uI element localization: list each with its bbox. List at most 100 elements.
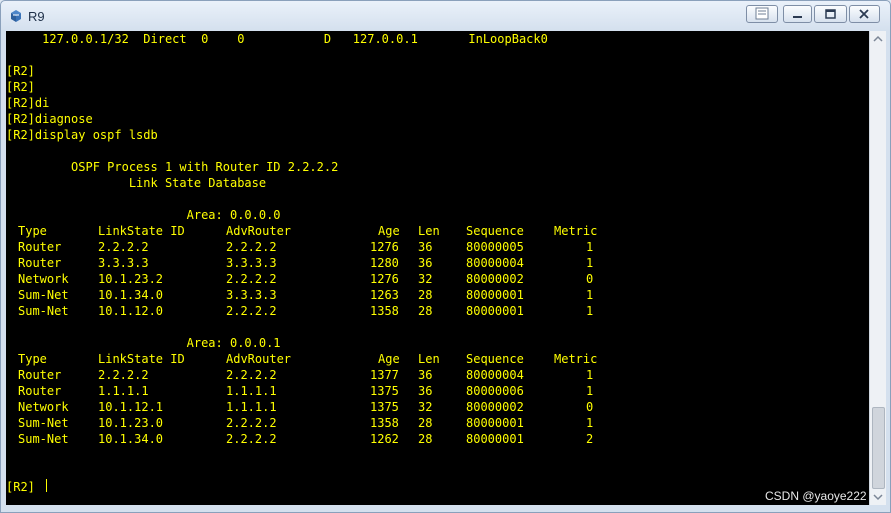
window-extra-button[interactable] bbox=[746, 5, 778, 23]
cell-age: 1375 bbox=[370, 384, 399, 398]
cell-len: 36 bbox=[418, 256, 433, 270]
cell-metric: 1 bbox=[586, 384, 594, 398]
header-advrouter: AdvRouter bbox=[226, 224, 292, 238]
header-advrouter: AdvRouter bbox=[226, 352, 292, 366]
header-sequence: Sequence bbox=[466, 224, 524, 238]
table-row: Sum-Net 10.1.34.0 3.3.3.3 1263 28 800000… bbox=[6, 287, 593, 303]
console-line: [R2] bbox=[6, 80, 35, 94]
cell-linkstate-id: 10.1.23.2 bbox=[98, 272, 164, 286]
cell-metric: 1 bbox=[586, 256, 594, 270]
cell-type: Router bbox=[18, 256, 62, 270]
command-prompt[interactable]: [R2] bbox=[6, 479, 35, 495]
cell-metric: 1 bbox=[586, 304, 594, 318]
cell-type: Sum-Net bbox=[18, 288, 69, 302]
cell-linkstate-id: 2.2.2.2 bbox=[98, 240, 149, 254]
cell-linkstate-id: 10.1.34.0 bbox=[98, 288, 164, 302]
cell-len: 28 bbox=[418, 416, 433, 430]
cell-len: 36 bbox=[418, 368, 433, 382]
cell-linkstate-id: 10.1.23.0 bbox=[98, 416, 164, 430]
cell-metric: 1 bbox=[586, 288, 594, 302]
cell-age: 1375 bbox=[370, 400, 399, 414]
scroll-down-arrow-icon[interactable] bbox=[870, 489, 886, 505]
cell-len: 36 bbox=[418, 384, 433, 398]
header-linkstate-id: LinkState ID bbox=[98, 352, 185, 366]
console-line: [R2]display ospf lsdb bbox=[6, 128, 158, 142]
header-type: Type bbox=[18, 224, 47, 238]
table-header-area1: Type LinkState ID AdvRouter Age Len Sequ… bbox=[6, 351, 597, 367]
header-linkstate-id: LinkState ID bbox=[98, 224, 185, 238]
window-title: R9 bbox=[28, 9, 45, 24]
header-sequence: Sequence bbox=[466, 352, 524, 366]
cell-type: Network bbox=[18, 400, 69, 414]
cell-metric: 0 bbox=[586, 272, 594, 286]
title-bar[interactable]: R9 bbox=[1, 1, 890, 31]
cell-len: 28 bbox=[418, 304, 433, 318]
cell-sequence: 80000006 bbox=[466, 384, 524, 398]
header-type: Type bbox=[18, 352, 47, 366]
cell-age: 1263 bbox=[370, 288, 399, 302]
cell-sequence: 80000001 bbox=[466, 288, 524, 302]
ospf-process-heading: OSPF Process 1 with Router ID 2.2.2.2 bbox=[6, 160, 339, 174]
router-app-icon bbox=[11, 10, 21, 22]
cell-type: Router bbox=[18, 240, 62, 254]
cell-type: Sum-Net bbox=[18, 432, 69, 446]
cell-age: 1276 bbox=[370, 240, 399, 254]
cell-metric: 1 bbox=[586, 240, 594, 254]
cell-sequence: 80000004 bbox=[466, 256, 524, 270]
cell-len: 32 bbox=[418, 400, 433, 414]
console-line: [R2] bbox=[6, 64, 35, 78]
scroll-up-arrow-icon[interactable] bbox=[870, 31, 886, 47]
cell-type: Router bbox=[18, 384, 62, 398]
cell-type: Sum-Net bbox=[18, 304, 69, 318]
terminal-window: R9 127.0.0.1/32 Direct 0 0 D 127.0.0.1 I… bbox=[0, 0, 891, 513]
area0-label: Area: 0.0.0.0 bbox=[6, 208, 281, 222]
table-row: Sum-Net 10.1.12.0 2.2.2.2 1358 28 800000… bbox=[6, 303, 593, 319]
cell-advrouter: 2.2.2.2 bbox=[226, 304, 277, 318]
close-button[interactable] bbox=[849, 5, 880, 23]
maximize-icon bbox=[825, 9, 836, 19]
scrollbar-thumb[interactable] bbox=[872, 407, 885, 489]
cell-linkstate-id: 3.3.3.3 bbox=[98, 256, 149, 270]
cell-age: 1262 bbox=[370, 432, 399, 446]
minimize-button[interactable] bbox=[783, 5, 812, 23]
cell-age: 1280 bbox=[370, 256, 399, 270]
header-age: Age bbox=[378, 224, 400, 238]
cell-advrouter: 3.3.3.3 bbox=[226, 256, 277, 270]
header-len: Len bbox=[418, 224, 440, 238]
cell-advrouter: 2.2.2.2 bbox=[226, 240, 277, 254]
table-row: Router 2.2.2.2 2.2.2.2 1377 36 80000004 … bbox=[6, 367, 593, 383]
header-metric: Metric bbox=[554, 224, 598, 238]
cell-metric: 1 bbox=[586, 416, 594, 430]
cell-age: 1276 bbox=[370, 272, 399, 286]
cell-linkstate-id: 2.2.2.2 bbox=[98, 368, 149, 382]
cell-linkstate-id: 10.1.12.1 bbox=[98, 400, 164, 414]
cell-len: 32 bbox=[418, 272, 433, 286]
cell-len: 36 bbox=[418, 240, 433, 254]
cell-metric: 2 bbox=[586, 432, 594, 446]
cell-sequence: 80000005 bbox=[466, 240, 524, 254]
table-header-area0: Type LinkState ID AdvRouter Age Len Sequ… bbox=[6, 223, 597, 239]
console-line: 127.0.0.1/32 Direct 0 0 D 127.0.0.1 InLo… bbox=[6, 32, 548, 46]
table-row: Sum-Net 10.1.23.0 2.2.2.2 1358 28 800000… bbox=[6, 415, 593, 431]
cell-metric: 1 bbox=[586, 368, 594, 382]
cell-type: Sum-Net bbox=[18, 416, 69, 430]
cell-advrouter: 2.2.2.2 bbox=[226, 272, 277, 286]
maximize-button[interactable] bbox=[814, 5, 847, 23]
cell-advrouter: 3.3.3.3 bbox=[226, 288, 277, 302]
close-icon bbox=[859, 9, 869, 19]
cell-sequence: 80000002 bbox=[466, 272, 524, 286]
cell-linkstate-id: 10.1.34.0 bbox=[98, 432, 164, 446]
table-row: Router 1.1.1.1 1.1.1.1 1375 36 80000006 … bbox=[6, 383, 593, 399]
cell-len: 28 bbox=[418, 432, 433, 446]
vertical-scrollbar[interactable] bbox=[869, 31, 886, 505]
cell-metric: 0 bbox=[586, 400, 594, 414]
cell-sequence: 80000001 bbox=[466, 432, 524, 446]
table-row: Router 2.2.2.2 2.2.2.2 1276 36 80000005 … bbox=[6, 239, 593, 255]
cell-linkstate-id: 10.1.12.0 bbox=[98, 304, 164, 318]
console-line: [R2]di bbox=[6, 96, 50, 110]
cell-linkstate-id: 1.1.1.1 bbox=[98, 384, 149, 398]
table-row: Network 10.1.12.1 1.1.1.1 1375 32 800000… bbox=[6, 399, 593, 415]
text-cursor bbox=[46, 479, 47, 492]
console-output[interactable]: 127.0.0.1/32 Direct 0 0 D 127.0.0.1 InLo… bbox=[6, 31, 869, 505]
cell-sequence: 80000001 bbox=[466, 304, 524, 318]
